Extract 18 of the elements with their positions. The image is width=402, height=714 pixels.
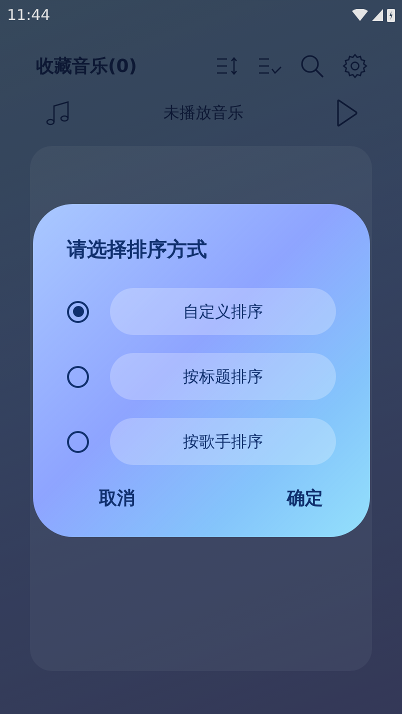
radio-button[interactable] bbox=[67, 300, 89, 322]
radio-button[interactable] bbox=[67, 430, 89, 452]
signal-icon bbox=[372, 9, 383, 21]
radio-button[interactable] bbox=[67, 366, 89, 388]
music-note-icon bbox=[45, 100, 71, 126]
sort-option[interactable]: 按歌手排序 bbox=[110, 418, 336, 465]
dialog-title: 请选择排序方式 bbox=[67, 236, 208, 263]
wifi-icon bbox=[352, 9, 368, 21]
sort-option[interactable]: 自定义排序 bbox=[110, 288, 336, 335]
battery-icon bbox=[387, 8, 395, 22]
settings-icon[interactable] bbox=[342, 53, 368, 79]
sort-icon[interactable] bbox=[216, 55, 240, 77]
cancel-button[interactable]: 取消 bbox=[99, 485, 135, 512]
confirm-button[interactable]: 确定 bbox=[287, 485, 323, 512]
play-icon[interactable] bbox=[336, 99, 358, 127]
search-icon[interactable] bbox=[300, 54, 324, 78]
sort-option[interactable]: 按标题排序 bbox=[110, 353, 336, 400]
status-time: 11:44 bbox=[7, 4, 50, 26]
